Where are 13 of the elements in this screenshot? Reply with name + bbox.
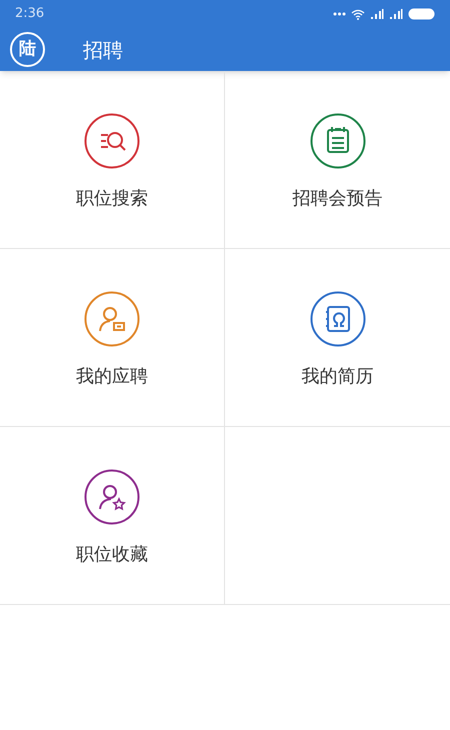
avatar[interactable]: 陆 (10, 32, 45, 67)
page-title: 招聘 (83, 36, 123, 64)
status-time: 2:36 (15, 5, 44, 24)
battery-icon (408, 8, 435, 20)
wifi-icon (351, 8, 365, 20)
menu-tile[interactable]: 职位收藏 (76, 469, 148, 568)
menu-tile[interactable]: 我的应聘 (76, 291, 148, 390)
menu-tile[interactable]: 职位搜索 (76, 113, 148, 212)
menu-tile[interactable]: 招聘会预告 (292, 113, 382, 212)
signal-icon (389, 9, 403, 19)
signal-icon (370, 9, 384, 19)
more-dots-icon (333, 12, 346, 16)
menu-tile[interactable]: 我的简历 (302, 291, 374, 390)
